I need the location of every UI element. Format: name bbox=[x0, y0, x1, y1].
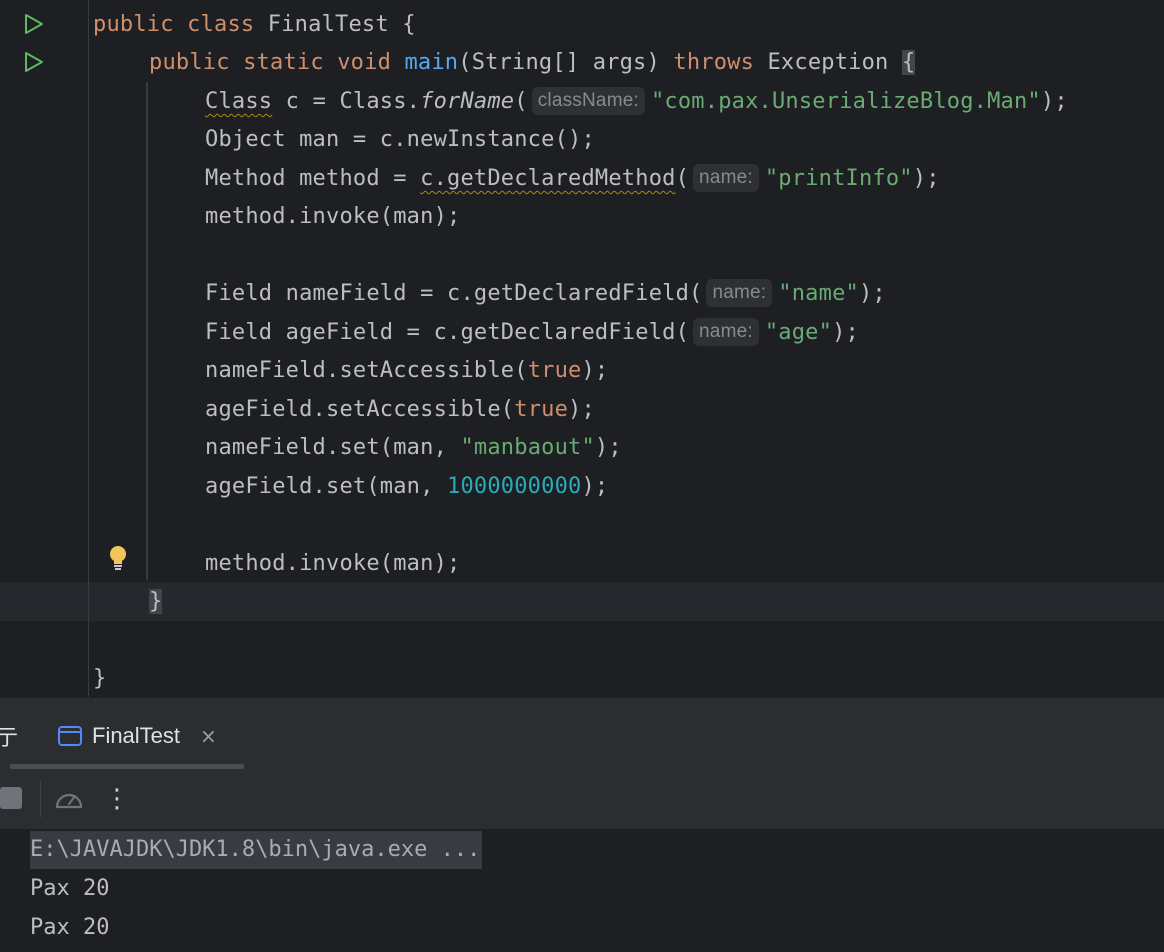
code-line-18: } bbox=[93, 666, 107, 691]
console-output[interactable]: E:\JAVAJDK\JDK1.8\bin\java.exe ... Pax 2… bbox=[0, 829, 1164, 952]
code-text: ); bbox=[594, 435, 622, 460]
code-line-3: Class c = Class.forName(className: "com.p… bbox=[205, 83, 1068, 121]
matched-brace: { bbox=[901, 50, 916, 75]
string-literal: "printInfo" bbox=[764, 166, 913, 191]
code-line-6: method.invoke(man); bbox=[205, 204, 461, 229]
gutter-separator bbox=[88, 0, 89, 697]
code-line-15: method.invoke(man); bbox=[205, 551, 461, 576]
code-text: ); bbox=[832, 320, 859, 345]
string-literal: "manbaout" bbox=[460, 435, 595, 460]
profiler-gauge-icon[interactable] bbox=[54, 785, 84, 813]
string-literal: "age" bbox=[764, 320, 833, 345]
class-name: FinalTest bbox=[267, 12, 389, 37]
parameter-hint: name: bbox=[706, 279, 773, 307]
close-icon[interactable]: × bbox=[200, 724, 217, 748]
run-toolbar: ⋮ bbox=[0, 769, 1164, 829]
code-text: nameField.set(man, bbox=[205, 435, 461, 460]
code-editor[interactable]: public class FinalTest { public static v… bbox=[0, 0, 1164, 697]
code-line-4: Object man = c.newInstance(); bbox=[205, 127, 595, 152]
code-line-13: ageField.set(man, 1000000000); bbox=[205, 468, 608, 506]
code-text: Field nameField = c.getDeclaredField( bbox=[205, 281, 703, 306]
string-literal: "com.pax.UnserializeBlog.Man" bbox=[650, 89, 1041, 114]
code-line-11: ageField.setAccessible(true); bbox=[205, 391, 595, 429]
ide-window: public class FinalTest { public static v… bbox=[0, 0, 1164, 952]
parameter-hint: className: bbox=[531, 87, 645, 115]
code-text: ); bbox=[1040, 89, 1068, 114]
code-line-2: public static void main(String[] args) t… bbox=[149, 44, 916, 82]
console-output-line: Pax 20 bbox=[30, 915, 110, 940]
run-tool-window-header: 亍 FinalTest × bbox=[0, 697, 1164, 770]
code-text: Field ageField = c.getDeclaredField( bbox=[205, 320, 690, 345]
console-command-line[interactable]: E:\JAVAJDK\JDK1.8\bin\java.exe ... bbox=[30, 831, 483, 869]
method-call: forName bbox=[420, 89, 515, 114]
code-text: Exception bbox=[754, 50, 902, 75]
toolbar-divider bbox=[40, 781, 41, 817]
code-line-1: public class FinalTest { bbox=[93, 6, 416, 44]
tab-label: FinalTest bbox=[92, 723, 181, 748]
parameter-hint: name: bbox=[693, 164, 759, 192]
console-output-line: Pax 20 bbox=[30, 876, 110, 901]
code-text: ); bbox=[912, 166, 940, 191]
code-text: ); bbox=[581, 474, 609, 499]
code-text: ageField.setAccessible( bbox=[205, 397, 515, 422]
code-text: nameField.setAccessible( bbox=[205, 358, 528, 383]
code-text: c.getDeclaredMethod bbox=[420, 166, 676, 191]
run-config-icon bbox=[58, 726, 82, 746]
code-text: ( bbox=[514, 89, 528, 114]
code-text: ); bbox=[581, 358, 609, 383]
tab-finaltest[interactable]: FinalTest × bbox=[58, 718, 217, 754]
code-line-16: } bbox=[149, 583, 163, 621]
method-name: main bbox=[404, 50, 459, 75]
code-line-5: Method method = c.getDeclaredMethod(name… bbox=[205, 160, 940, 198]
code-text: ); bbox=[568, 397, 595, 422]
code-line-10: nameField.setAccessible(true); bbox=[205, 352, 608, 390]
current-line-highlight bbox=[0, 582, 1164, 621]
code-text: ); bbox=[858, 281, 886, 306]
code-line-12: nameField.set(man, "manbaout"); bbox=[205, 429, 622, 467]
run-main-icon[interactable] bbox=[23, 51, 45, 73]
code-text: Method method = bbox=[205, 166, 421, 191]
code-text: (String[] args) bbox=[458, 50, 674, 75]
stop-icon[interactable] bbox=[0, 787, 22, 809]
number-literal: 1000000000 bbox=[447, 474, 582, 499]
partial-tab-label[interactable]: 亍 bbox=[0, 720, 18, 752]
run-class-icon[interactable] bbox=[23, 13, 45, 35]
keyword: throws bbox=[673, 50, 755, 75]
code-line-8: Field nameField = c.getDeclaredField(nam… bbox=[205, 275, 886, 313]
keyword: true bbox=[527, 358, 582, 383]
code-text: ageField.set(man, bbox=[205, 474, 448, 499]
parameter-hint: name: bbox=[693, 318, 759, 346]
code-text: Class bbox=[205, 89, 273, 114]
more-options-icon[interactable]: ⋮ bbox=[104, 781, 130, 817]
code-text: ( bbox=[675, 166, 690, 191]
string-literal: "name" bbox=[778, 281, 859, 306]
code-line-9: Field ageField = c.getDeclaredField(name… bbox=[205, 314, 859, 352]
matched-brace: } bbox=[149, 589, 163, 614]
keyword: public static void bbox=[149, 50, 405, 75]
indent-guide bbox=[146, 82, 148, 580]
code-text: c = Class. bbox=[272, 89, 421, 114]
intention-bulb-icon[interactable] bbox=[106, 544, 130, 572]
keyword: true bbox=[514, 397, 569, 422]
keyword: public class bbox=[93, 12, 268, 37]
code-text: { bbox=[388, 12, 416, 37]
